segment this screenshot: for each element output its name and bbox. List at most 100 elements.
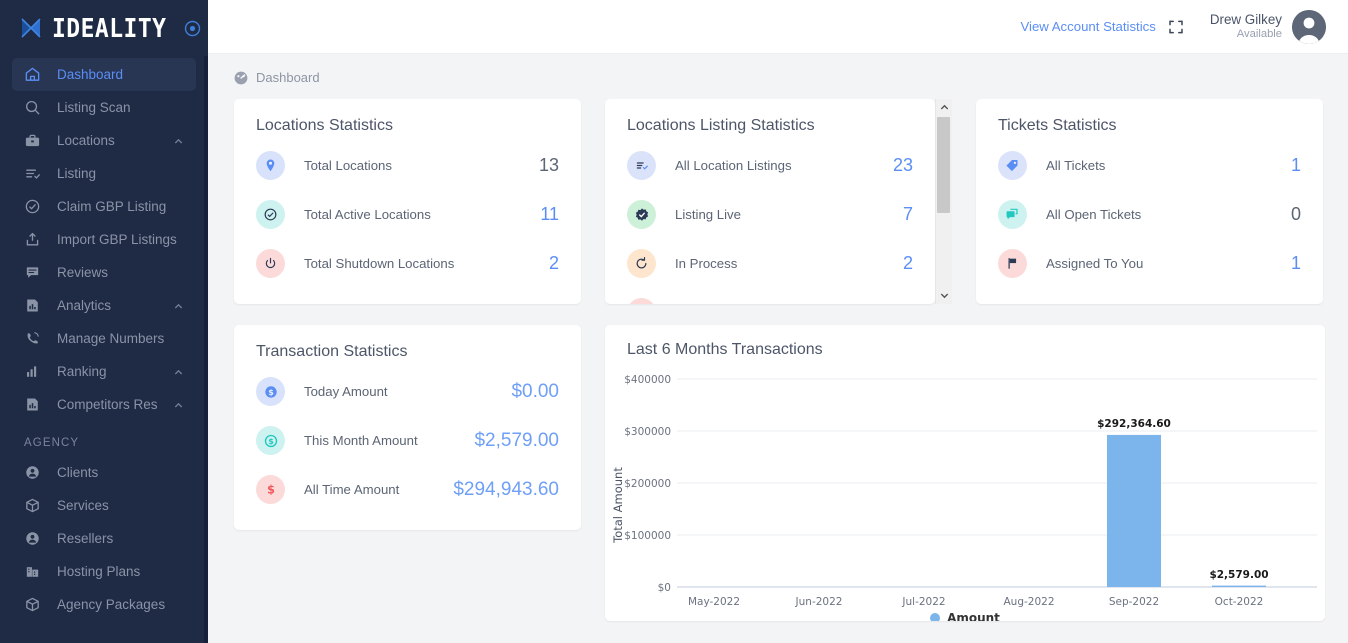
stat-row-listing-live[interactable]: Listing Live 7	[605, 190, 935, 239]
app-root: IDEALITY Dashboard Listing Scan Location…	[0, 0, 1348, 643]
stat-label: Total Shutdown Locations	[304, 256, 455, 271]
sidebar-item-label: Dashboard	[57, 67, 124, 82]
chevron-up-icon[interactable]	[173, 399, 184, 410]
y-axis-label: Total Amount	[611, 467, 625, 544]
stat-row-partial[interactable]	[605, 288, 935, 304]
home-icon	[24, 66, 41, 83]
sidebar: IDEALITY Dashboard Listing Scan Location…	[0, 0, 208, 643]
card-title: Locations Listing Statistics	[627, 117, 815, 134]
user-circle-icon	[24, 464, 41, 481]
stat-value: 2	[548, 253, 559, 273]
stat-label: Total Locations	[304, 158, 392, 173]
sidebar-item-label: Locations	[57, 133, 115, 148]
stat-row-all-location-listings[interactable]: All Location Listings 23	[605, 141, 935, 190]
sidebar-item-resellers[interactable]: Resellers	[12, 522, 196, 555]
sidebar-item-competitors-research[interactable]: Competitors Research	[12, 388, 196, 421]
stat-value: 7	[902, 204, 913, 224]
chevron-up-icon[interactable]	[173, 300, 184, 311]
chevron-up-icon[interactable]	[936, 99, 953, 116]
stat-row-all-time-amount[interactable]: $ All Time Amount $294,943.60	[234, 465, 581, 514]
card-title: Locations Statistics	[256, 117, 393, 134]
bar-chart-svg[interactable]: Total Amount $400000 $300000 $200000 $10…	[605, 363, 1325, 615]
bar-chart-icon	[24, 297, 41, 314]
x-tick-sep-2022: Sep-2022	[1109, 596, 1159, 608]
sidebar-item-label: Ranking	[57, 364, 107, 379]
sidebar-item-services[interactable]: Services	[12, 489, 196, 522]
sidebar-item-claim-gbp-listing[interactable]: Claim GBP Listing	[12, 190, 196, 223]
main-area: View Account Statistics Drew Gilkey Avai…	[208, 0, 1348, 643]
sidebar-nav: Dashboard Listing Scan Locations Listing…	[0, 56, 208, 621]
stat-value: 11	[540, 204, 559, 224]
svg-text:$: $	[268, 437, 274, 446]
chat-icon	[24, 264, 41, 281]
sidebar-item-import-gbp-listings[interactable]: Import GBP Listings	[12, 223, 196, 256]
chevron-up-icon[interactable]	[173, 366, 184, 377]
sidebar-item-label: Manage Numbers	[57, 331, 165, 346]
stat-value: 13	[538, 155, 559, 175]
sidebar-item-locations[interactable]: Locations	[12, 124, 196, 157]
partial-row-icon	[627, 298, 656, 304]
sidebar-item-label: Clients	[57, 465, 99, 480]
sidebar-item-clients[interactable]: Clients	[12, 456, 196, 489]
x-tick-may-2022: May-2022	[688, 596, 740, 608]
card-last-6-months-transactions: Last 6 Months Transactions Total Amount	[605, 325, 1325, 621]
y-gridlines	[677, 378, 1317, 588]
user-menu[interactable]: Drew Gilkey Available	[1210, 9, 1326, 44]
sidebar-item-listing[interactable]: Listing	[12, 157, 196, 190]
stat-label: Today Amount	[304, 384, 388, 399]
stat-value: 1	[1290, 253, 1301, 273]
legend-label[interactable]: Amount	[947, 611, 1000, 621]
sidebar-item-analytics[interactable]: Analytics	[12, 289, 196, 322]
view-account-statistics-link[interactable]: View Account Statistics	[1020, 19, 1155, 34]
target-icon[interactable]	[184, 20, 201, 37]
brand-name: IDEALITY	[52, 13, 167, 43]
bar-oct-2022[interactable]	[1212, 585, 1266, 587]
chart-legend[interactable]: Amount	[605, 611, 1325, 621]
brand-logo[interactable]: IDEALITY	[0, 0, 208, 56]
breadcrumb: Dashboard	[234, 70, 1325, 85]
stat-row-today-amount[interactable]: $ Today Amount $0.00	[234, 367, 581, 416]
stat-value: 2	[902, 253, 913, 273]
card-locations-listing-statistics-wrapper: Locations Listing Statistics All Locatio…	[605, 99, 952, 304]
sidebar-item-agency-packages[interactable]: Agency Packages	[12, 588, 196, 621]
sidebar-item-manage-numbers[interactable]: Manage Numbers	[12, 322, 196, 355]
x-tick-jul-2022: Jul-2022	[901, 596, 945, 608]
sidebar-item-reviews[interactable]: Reviews	[12, 256, 196, 289]
chevron-down-icon[interactable]	[936, 287, 953, 304]
briefcase-icon	[24, 132, 41, 149]
y-tick-0: $0	[658, 582, 671, 594]
stat-value: $0.00	[511, 380, 559, 402]
stat-value: 23	[892, 155, 913, 175]
stat-label: All Location Listings	[675, 158, 792, 173]
svg-text:$: $	[268, 388, 274, 397]
stat-value: 1	[1290, 155, 1301, 175]
x-axis-ticks: May-2022 Jun-2022 Jul-2022 Aug-2022 Sep-…	[688, 596, 1263, 608]
check-circle-icon	[24, 198, 41, 215]
stat-row-this-month-amount[interactable]: $ This Month Amount $2,579.00	[234, 416, 581, 465]
avatar[interactable]	[1292, 9, 1326, 44]
box-icon	[24, 497, 41, 514]
sidebar-item-ranking[interactable]: Ranking	[12, 355, 196, 388]
search-icon	[24, 99, 41, 116]
stat-row-assigned-to-you[interactable]: Assigned To You 1	[976, 239, 1323, 288]
stat-row-total-active-locations[interactable]: Total Active Locations 11	[234, 190, 581, 239]
bars[interactable]	[1107, 434, 1266, 587]
list-check-icon	[627, 151, 656, 180]
stat-label: Listing Live	[675, 207, 741, 222]
stat-row-all-tickets[interactable]: All Tickets 1	[976, 141, 1323, 190]
stat-label: This Month Amount	[304, 433, 418, 448]
sidebar-item-listing-scan[interactable]: Listing Scan	[12, 91, 196, 124]
stat-row-all-open-tickets[interactable]: All Open Tickets 0	[976, 190, 1323, 239]
chevron-up-icon[interactable]	[173, 135, 184, 146]
stat-row-in-process[interactable]: In Process 2	[605, 239, 935, 288]
stat-value: $2,579.00	[474, 429, 559, 451]
bar-sep-2022[interactable]	[1107, 434, 1161, 587]
card-tickets-statistics: Tickets Statistics All Tickets 1 All Ope…	[976, 99, 1323, 304]
scrollbar-thumb[interactable]	[937, 117, 950, 213]
sidebar-item-dashboard[interactable]: Dashboard	[12, 58, 196, 91]
sidebar-item-hosting-plans[interactable]: Hosting Plans	[12, 555, 196, 588]
stat-row-total-shutdown-locations[interactable]: Total Shutdown Locations 2	[234, 239, 581, 288]
fullscreen-expand-icon[interactable]	[1168, 19, 1184, 35]
stat-row-total-locations[interactable]: Total Locations 13	[234, 141, 581, 190]
badge-check-icon	[627, 200, 656, 229]
